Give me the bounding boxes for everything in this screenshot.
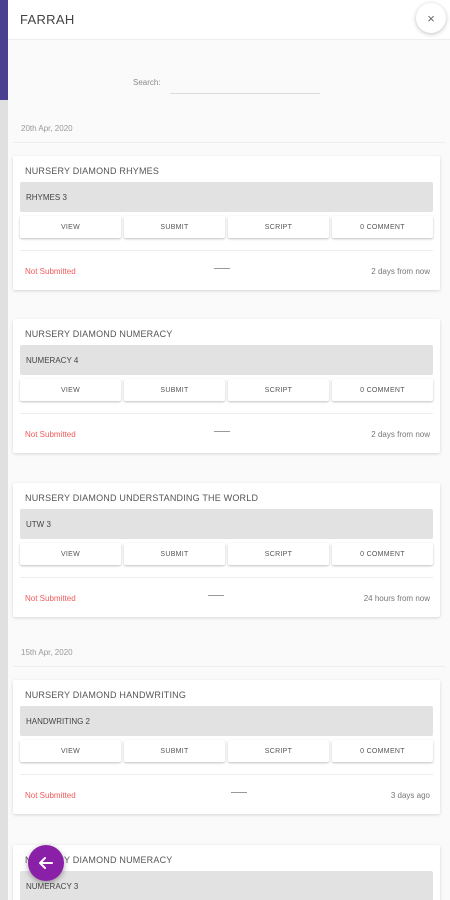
submit-button[interactable]: SUBMIT [124,543,225,565]
panel-header: FARRAH [8,0,450,40]
close-button[interactable]: × [416,3,446,33]
background-app-accent [0,0,8,100]
assignment-subtitle: RHYMES 3 [20,182,433,212]
dash-separator [214,431,230,432]
card-divider [20,413,433,414]
script-button[interactable]: SCRIPT [228,379,329,401]
assignment-card: NURSERY DIAMOND NUMERACY NUMERACY 3 [13,845,440,900]
status-label: Not Submitted [25,430,76,439]
comment-button[interactable]: 0 COMMENT [332,543,433,565]
dash-separator [231,792,247,793]
status-label: Not Submitted [25,594,76,603]
view-button[interactable]: VIEW [20,740,121,762]
due-label: 24 hours from now [363,594,430,603]
assignment-title: NURSERY DIAMOND NUMERACY [25,329,173,339]
assignment-subtitle: HANDWRITING 2 [20,706,433,736]
date-divider [13,666,445,667]
due-label: 3 days ago [390,791,430,800]
view-button[interactable]: VIEW [20,216,121,238]
arrow-left-icon [39,857,53,869]
comment-button[interactable]: 0 COMMENT [332,216,433,238]
action-buttons: VIEW SUBMIT SCRIPT 0 COMMENT [20,379,433,401]
search-label: Search: [133,78,161,87]
action-buttons: VIEW SUBMIT SCRIPT 0 COMMENT [20,216,433,238]
dash-separator [208,595,224,596]
panel-title: FARRAH [20,12,75,27]
assignment-card: NURSERY DIAMOND NUMERACY NUMERACY 4 VIEW… [13,319,440,453]
assignment-card: NURSERY DIAMOND RHYMES RHYMES 3 VIEW SUB… [13,156,440,290]
card-divider [20,774,433,775]
comment-button[interactable]: 0 COMMENT [332,379,433,401]
background-app-strip [0,0,8,900]
view-button[interactable]: VIEW [20,543,121,565]
script-button[interactable]: SCRIPT [228,216,329,238]
assignment-subtitle: NUMERACY 4 [20,345,433,375]
due-label: 2 days from now [371,267,430,276]
dash-separator [214,268,230,269]
due-label: 2 days from now [371,430,430,439]
script-button[interactable]: SCRIPT [228,740,329,762]
date-header: 20th Apr, 2020 [21,124,73,133]
assignment-card: NURSERY DIAMOND HANDWRITING HANDWRITING … [13,680,440,814]
assignment-title: NURSERY DIAMOND HANDWRITING [25,690,187,700]
assignment-subtitle: NUMERACY 3 [20,871,433,900]
date-divider [13,142,445,143]
script-button[interactable]: SCRIPT [228,543,329,565]
status-label: Not Submitted [25,791,76,800]
search-input[interactable] [170,74,320,94]
assignment-subtitle: UTW 3 [20,509,433,539]
student-panel: FARRAH × Search: 20th Apr, 2020 NURSERY … [8,0,450,900]
close-icon: × [427,10,435,26]
action-buttons: VIEW SUBMIT SCRIPT 0 COMMENT [20,740,433,762]
card-divider [20,577,433,578]
submit-button[interactable]: SUBMIT [124,216,225,238]
comment-button[interactable]: 0 COMMENT [332,740,433,762]
submit-button[interactable]: SUBMIT [124,740,225,762]
card-divider [20,250,433,251]
view-button[interactable]: VIEW [20,379,121,401]
action-buttons: VIEW SUBMIT SCRIPT 0 COMMENT [20,543,433,565]
back-fab-button[interactable] [28,845,64,881]
submit-button[interactable]: SUBMIT [124,379,225,401]
assignment-title: NURSERY DIAMOND RHYMES [25,166,160,176]
assignment-card: NURSERY DIAMOND UNDERSTANDING THE WORLD … [13,483,440,617]
status-label: Not Submitted [25,267,76,276]
date-header: 15th Apr, 2020 [21,648,73,657]
assignment-title: NURSERY DIAMOND UNDERSTANDING THE WORLD [25,493,259,503]
